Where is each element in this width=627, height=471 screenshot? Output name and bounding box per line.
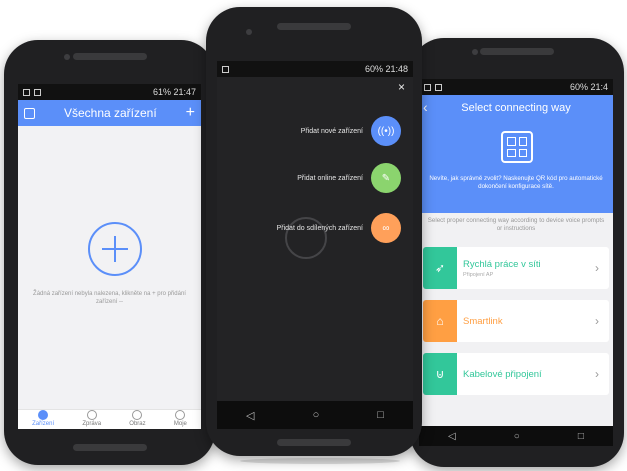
scan-icon[interactable] (24, 107, 35, 119)
add-device-icon[interactable]: + (186, 105, 195, 121)
product-showcase: 61% 21:47 Všechna zařízení + Žádná zaříz… (0, 0, 627, 471)
page-title: Select connecting way (461, 102, 571, 114)
tab-label: Zařízení (32, 421, 55, 427)
floor-shadow (240, 458, 400, 464)
message-icon (86, 410, 97, 420)
status-text: 60% 21:4 (569, 82, 608, 92)
chevron-right-icon: › (595, 367, 599, 381)
home-nav-icon[interactable]: ○ (514, 431, 520, 442)
tab-messages[interactable]: Zpráva (82, 410, 101, 427)
option-name: Rychlá práce v síti (463, 258, 541, 270)
option-smartlink[interactable]: ⌂ Smartlink › (423, 300, 609, 342)
front-camera (472, 49, 478, 55)
speaker-grille (277, 439, 351, 446)
router-icon: ⌂ (423, 300, 457, 342)
front-camera (64, 54, 70, 60)
option-name: Kabelové připojení (463, 368, 542, 380)
status-bar: 61% 21:47 (18, 84, 201, 100)
recents-nav-icon[interactable]: □ (578, 431, 584, 442)
phone2-screen: 60% 21:48 × Přidat nové zařízení ((•)) P… (217, 61, 413, 429)
tab-images[interactable]: Obraz (129, 410, 146, 427)
back-nav-icon[interactable]: ◁ (246, 409, 254, 422)
status-text: 61% 21:47 (152, 87, 196, 97)
qr-hint-text: Nevíte, jak správně zvolit? Naskenujte Q… (429, 175, 603, 191)
speaker-grille (72, 444, 147, 451)
wifi-waves-icon: ((•)) (371, 116, 401, 146)
chevron-right-icon: › (595, 314, 599, 328)
menu-item-label: Přidat do sdílených zařízení (276, 224, 363, 232)
chevron-right-icon: › (595, 261, 599, 275)
device-list-area: Žádná zařízení nebyla nalezena, klikněte… (18, 126, 201, 409)
rocket-icon: ➶ (423, 247, 457, 289)
image-icon (132, 410, 143, 420)
menu-item-add-shared-device[interactable]: Přidat do sdílených zařízení ∞ (277, 213, 401, 243)
app-header: Všechna zařízení + (18, 100, 201, 126)
connect-header: ‹ Select connecting way Nevíte, jak sprá… (419, 95, 613, 213)
menu-item-add-new-device[interactable]: Přidat nové zařízení ((•)) (301, 116, 401, 146)
menu-item-add-online-device[interactable]: Přidat online zařízení ✎ (297, 163, 401, 193)
status-bar: 60% 21:4 (419, 79, 613, 95)
tab-label: Moje (173, 421, 187, 427)
recents-nav-icon[interactable]: □ (377, 409, 384, 421)
android-nav-bar: ◁ ○ □ (419, 426, 613, 446)
status-bar: 60% 21:48 (217, 61, 413, 77)
qr-scan-icon[interactable] (501, 131, 533, 163)
option-name: Smartlink (463, 315, 503, 327)
link-icon: ∞ (371, 213, 401, 243)
page-title: Všechna zařízení (63, 106, 157, 120)
device-icon (38, 410, 49, 420)
tab-label: Obraz (129, 421, 146, 427)
phone-connect-way: 60% 21:4 ‹ Select connecting way Nevíte,… (410, 38, 624, 467)
earpiece (72, 53, 147, 60)
status-text: 60% 21:48 (364, 64, 408, 74)
menu-item-label: Přidat online zařízení (297, 174, 363, 182)
close-icon[interactable]: × (398, 80, 405, 94)
phone3-screen: 60% 21:4 ‹ Select connecting way Nevíte,… (419, 79, 613, 446)
cable-icon: ⊍ (423, 353, 457, 395)
phone-add-device-menu: 60% 21:48 × Přidat nové zařízení ((•)) P… (206, 7, 422, 456)
instructions-text: Select proper connecting way according t… (427, 217, 605, 233)
android-nav-bar: ◁ ○ □ (217, 401, 413, 429)
earpiece (480, 48, 554, 55)
front-camera (246, 29, 252, 35)
add-device-button[interactable] (88, 222, 142, 276)
option-cable[interactable]: ⊍ Kabelové připojení › (423, 353, 609, 395)
bottom-tab-bar: Zařízení Zpráva Obraz Moje (18, 409, 201, 429)
menu-item-label: Přidat nové zařízení (300, 127, 363, 135)
home-nav-icon[interactable]: ○ (313, 409, 320, 421)
option-quick-network[interactable]: ➶ Rychlá práce v síti Připojení AP › (423, 247, 609, 289)
phone1-screen: 61% 21:47 Všechna zařízení + Žádná zaříz… (18, 84, 201, 429)
tab-devices[interactable]: Zařízení (32, 410, 54, 427)
back-nav-icon[interactable]: ◁ (448, 431, 456, 442)
tab-label: Zpráva (82, 421, 102, 427)
earpiece (277, 23, 351, 30)
option-sub: Připojení AP (463, 271, 494, 278)
phone-devices-list: 61% 21:47 Všechna zařízení + Žádná zaříz… (4, 40, 215, 465)
tab-me[interactable]: Moje (174, 410, 187, 427)
user-icon (175, 410, 186, 420)
empty-state-text: Žádná zařízení nebyla nalezena, klikněte… (33, 291, 186, 306)
pencil-icon: ✎ (371, 163, 401, 193)
